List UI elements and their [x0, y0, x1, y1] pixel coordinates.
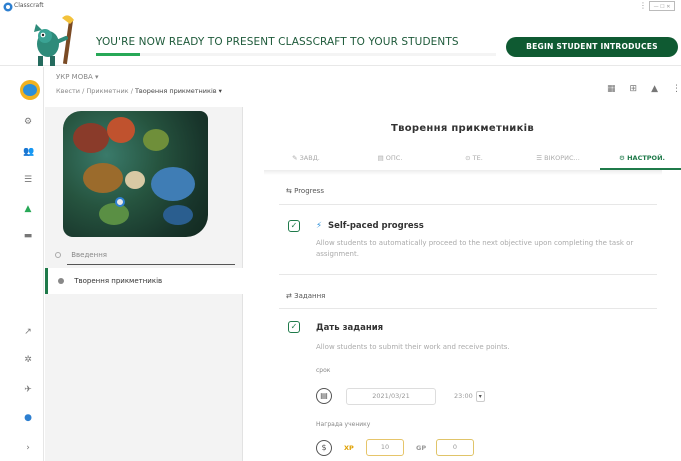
rocket-icon[interactable]: ✈: [23, 385, 33, 395]
coin-icon: $: [316, 440, 332, 456]
page-title: Творення прикметників: [390, 123, 535, 134]
tab-description[interactable]: ▤ ОПС.: [348, 148, 432, 170]
settings-icon[interactable]: ⚙: [23, 117, 33, 127]
self-paced-description: Allow students to automatically proceed …: [316, 239, 634, 258]
objective-adjective-forming[interactable]: Творення прикметників: [45, 268, 243, 294]
gp-input[interactable]: 0: [436, 439, 474, 456]
classcraft-logo-icon: [3, 2, 13, 12]
self-paced-title: ⚡ Self-paced progress: [316, 221, 424, 231]
people-icon[interactable]: 👥: [23, 147, 34, 157]
self-paced-checkbox[interactable]: ✓: [288, 220, 300, 232]
more-icon[interactable]: ⋮: [672, 84, 681, 94]
assignment-checkbox[interactable]: ✓: [288, 321, 300, 333]
breadcrumb-quests[interactable]: Квести: [56, 87, 80, 95]
quest-map-image: [63, 111, 208, 237]
window-controls: ⋮ — ☐ ✕: [639, 1, 675, 11]
header-actions: ▦ ⊞ ▲ ⋮: [607, 84, 681, 94]
class-avatar[interactable]: [20, 80, 40, 100]
bell-icon[interactable]: ▲: [651, 84, 658, 94]
breadcrumb-adjective[interactable]: Прикметник: [86, 87, 128, 95]
due-date-field[interactable]: 2021/03/21: [346, 388, 436, 405]
objective-label: Творення прикметників: [74, 277, 163, 285]
tab-settings[interactable]: ⚙ НАСТРОЙ.: [600, 148, 681, 170]
scroll-shadow: [264, 170, 662, 175]
menu-dots-icon[interactable]: ⋮: [639, 1, 647, 11]
gift-icon[interactable]: ⊞: [630, 84, 638, 94]
chevron-down-icon: ▾: [475, 391, 485, 402]
objective-status-icon: [55, 252, 61, 258]
tasks-section-title: ⇄ Задання: [286, 292, 326, 300]
calendar-icon: ▤: [316, 388, 332, 404]
bolt-icon: ⚡: [316, 221, 322, 231]
objective-status-icon: [58, 278, 64, 284]
objective-editor: Творення прикметників ✎ ЗАВД. ▤ ОПС. ⊙ Т…: [244, 107, 681, 461]
self-paced-title-text: Self-paced progress: [327, 221, 424, 231]
due-time-select[interactable]: 23:00 ▾: [454, 388, 485, 405]
onboarding-progress-fill: [96, 53, 140, 56]
banner-message: YOU'RE NOW READY TO PRESENT CLASSCRAFT T…: [96, 36, 459, 48]
assignment-title: Дать задания: [316, 323, 384, 333]
breadcrumb-current[interactable]: Творення прикметників ▾: [135, 87, 222, 95]
chart-icon[interactable]: ↗: [23, 327, 33, 337]
help-icon[interactable]: ●: [23, 413, 33, 423]
objective-underline: [67, 264, 235, 265]
tab-task[interactable]: ✎ ЗАВД.: [264, 148, 348, 170]
breadcrumb: Квести / Прикметник / Творення прикметни…: [56, 87, 222, 95]
gp-label: GP: [416, 444, 427, 452]
chat-icon[interactable]: ▬: [23, 231, 33, 241]
class-selector[interactable]: УКР МОВА ▾: [56, 73, 99, 81]
due-label: срок: [316, 367, 331, 374]
window-buttons[interactable]: — ☐ ✕: [649, 1, 675, 11]
section-divider: [279, 274, 657, 275]
tab-usage[interactable]: ☰ ВІКОРИС...: [516, 148, 600, 170]
expand-icon[interactable]: ›: [23, 443, 33, 453]
section-divider: [279, 308, 657, 309]
reward-label: Награда ученику: [316, 421, 371, 428]
page-header: УКР МОВА ▾ Квести / Прикметник / Творенн…: [45, 67, 681, 107]
mascot-illustration: [34, 15, 74, 66]
progress-section-title: ⇆ Progress: [286, 187, 324, 195]
left-rail: ⚙ 👥 ☰ ▲ ▬ ↗ ✲ ✈ ● ›: [0, 67, 44, 461]
app-title: Classcraft: [14, 2, 44, 9]
tab-theme[interactable]: ⊙ ТЕ.: [432, 148, 516, 170]
tasks-icon[interactable]: ☰: [23, 175, 33, 185]
xp-input[interactable]: 10: [366, 439, 404, 456]
gear-icon[interactable]: ✲: [23, 355, 33, 365]
tree-icon[interactable]: ▲: [23, 204, 33, 214]
onboarding-banner: YOU'RE NOW READY TO PRESENT CLASSCRAFT T…: [0, 14, 681, 66]
due-time-value: 23:00: [454, 392, 473, 400]
xp-label: XP: [344, 444, 354, 452]
assignment-description: Allow students to submit their work and …: [316, 343, 510, 351]
window-titlebar: Classcraft ⋮ — ☐ ✕: [0, 0, 681, 14]
quest-objectives-panel: Введення Творення прикметників: [45, 107, 243, 461]
onboarding-progress: [96, 53, 496, 56]
begin-introduction-button[interactable]: BEGIN STUDENT INTRODUCES: [506, 37, 678, 57]
calendar-icon[interactable]: ▦: [607, 84, 616, 94]
objective-tabs: ✎ ЗАВД. ▤ ОПС. ⊙ ТЕ. ☰ ВІКОРИС... ⚙ НАСТ…: [264, 148, 681, 170]
objective-label: Введення: [71, 251, 107, 259]
objective-intro[interactable]: Введення: [45, 245, 243, 265]
section-divider: [279, 204, 657, 205]
